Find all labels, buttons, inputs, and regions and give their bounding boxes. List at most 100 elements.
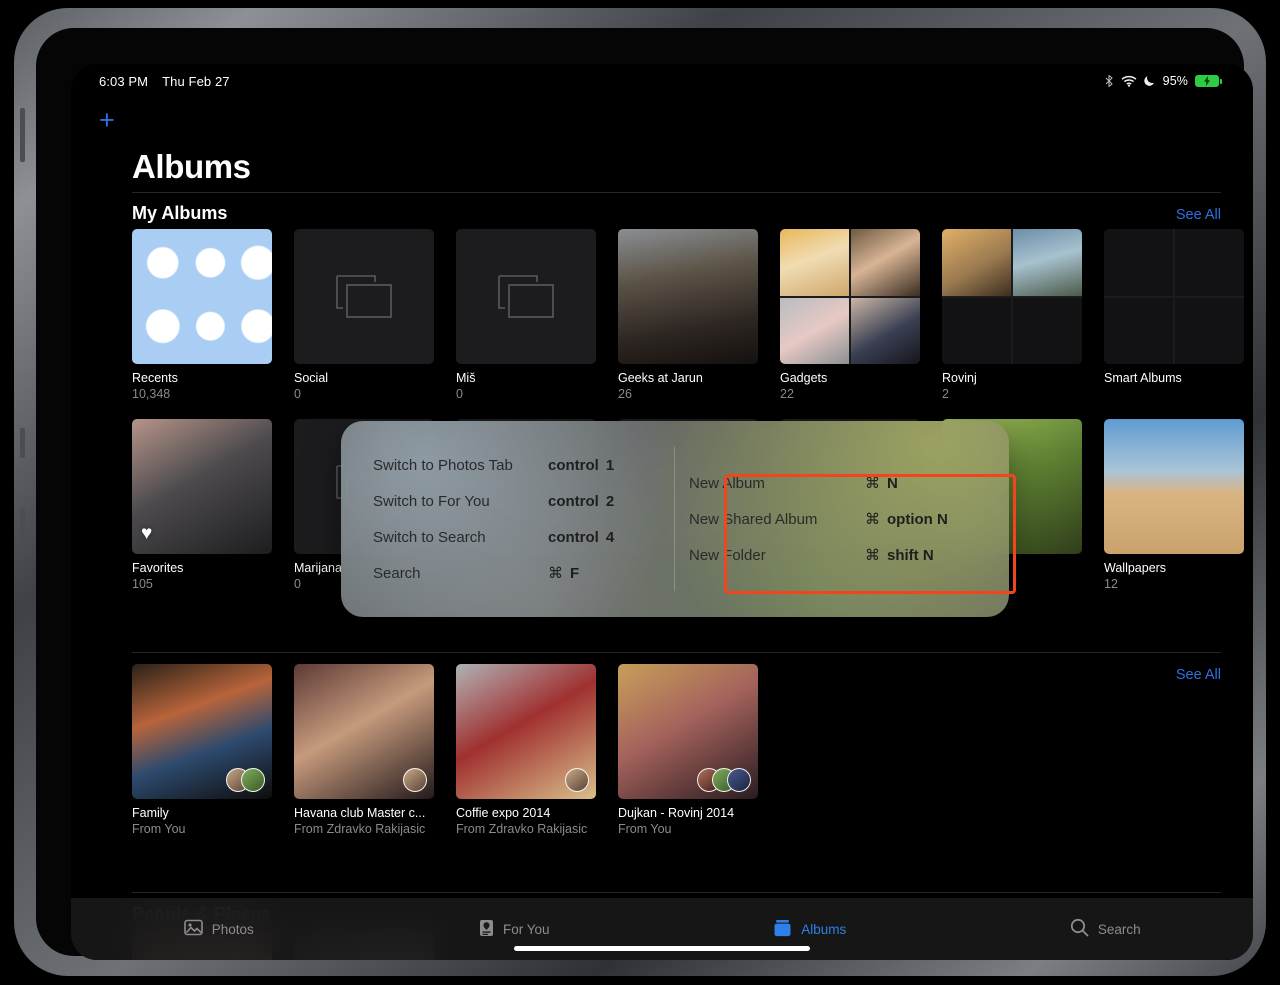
for-you-icon	[479, 919, 494, 940]
album-cell-favorites[interactable]: ♥ Favorites 105	[132, 419, 272, 591]
shortcut-row-new-album[interactable]: New Album ⌘ N	[689, 465, 977, 501]
album-name: Dujkan - Rovinj 2014	[618, 806, 735, 820]
shortcut-label: New Folder	[689, 546, 766, 564]
album-thumbnail[interactable]	[618, 664, 758, 799]
collage-tile	[851, 297, 920, 364]
album-thumbnail[interactable]	[294, 229, 434, 364]
album-name: Havana club Master c...	[294, 806, 426, 820]
device-bezel: 6:03 PM Thu Feb 27 95% + Albums My Album…	[36, 28, 1253, 960]
collage-tile	[1175, 229, 1244, 296]
album-thumbnail[interactable]	[1104, 419, 1244, 554]
empty-album-placeholder-icon	[498, 274, 554, 318]
album-cell-mis[interactable]: Miš 0	[456, 229, 596, 401]
album-thumbnail[interactable]	[294, 664, 434, 799]
do-not-disturb-moon-icon	[1144, 75, 1156, 87]
album-subtitle: From You	[132, 822, 186, 836]
tab-photos[interactable]: Photos	[71, 898, 367, 960]
shortcut-row-search[interactable]: Search ⌘ F	[373, 555, 660, 591]
shared-album-cell-dujkan-rovinj[interactable]: Dujkan - Rovinj 2014 From You	[618, 664, 758, 836]
shared-albums-grid: Family From You Havana club Master c... …	[132, 664, 758, 836]
shortcut-key: N	[887, 474, 898, 492]
my-albums-see-all-link[interactable]: See All	[1176, 207, 1221, 223]
screen: 6:03 PM Thu Feb 27 95% + Albums My Album…	[71, 64, 1253, 960]
album-cell-recents[interactable]: Recents 10,348	[132, 229, 272, 401]
album-cell-geeks-at-jarun[interactable]: Geeks at Jarun 26	[618, 229, 758, 401]
album-thumbnail[interactable]	[1104, 229, 1244, 364]
divider-under-title	[132, 192, 1221, 193]
album-thumbnail[interactable]	[618, 229, 758, 364]
ipad-device-frame: 6:03 PM Thu Feb 27 95% + Albums My Album…	[14, 8, 1266, 976]
command-key-icon: ⌘	[865, 511, 880, 528]
album-count: 2	[942, 387, 949, 401]
command-key-icon: ⌘	[548, 565, 563, 582]
divider-above-shared-albums	[132, 652, 1221, 653]
album-thumbnail[interactable]	[942, 229, 1082, 364]
shortcuts-column-left: Switch to Photos Tab control 1 Switch to…	[359, 447, 675, 591]
shortcut-label: Search	[373, 564, 421, 582]
divider-above-people-places	[132, 892, 1221, 893]
avatar-cluster	[565, 768, 589, 792]
my-albums-title: My Albums	[132, 203, 228, 223]
shortcut-modifier: control	[548, 492, 599, 510]
shortcut-row-new-shared-album[interactable]: New Shared Album ⌘ option N	[689, 501, 977, 537]
album-cell-wallpapers[interactable]: Wallpapers 12	[1104, 419, 1244, 591]
album-cell-gadgets[interactable]: Gadgets 22	[780, 229, 920, 401]
album-thumbnail[interactable]: ♥	[132, 419, 272, 554]
album-thumbnail[interactable]	[456, 664, 596, 799]
avatar-cluster	[403, 768, 427, 792]
status-bar-left: 6:03 PM Thu Feb 27	[99, 74, 230, 89]
album-thumbnail[interactable]	[780, 229, 920, 364]
album-name: Favorites	[132, 561, 184, 575]
album-name: Rovinj	[942, 371, 977, 385]
volume-down-button[interactable]	[20, 508, 25, 538]
shared-album-cell-coffie-expo[interactable]: Coffie expo 2014 From Zdravko Rakijasic	[456, 664, 596, 836]
avatar	[241, 768, 265, 792]
shared-albums-see-all-link[interactable]: See All	[1176, 667, 1221, 683]
shared-album-cell-havana-club[interactable]: Havana club Master c... From Zdravko Rak…	[294, 664, 434, 836]
command-key-icon: ⌘	[865, 475, 880, 492]
battery-charging-icon	[1195, 75, 1222, 87]
battery-percent-label: 95%	[1162, 74, 1188, 88]
shortcut-label: Switch to Photos Tab	[373, 456, 513, 474]
shortcut-key: 2	[605, 492, 615, 510]
shortcut-keys: control 2	[548, 493, 660, 510]
avatar-cluster	[226, 768, 265, 792]
photos-icon	[183, 919, 203, 939]
shortcut-key: shift N	[887, 546, 934, 564]
shortcut-row-switch-search[interactable]: Switch to Search control 4	[373, 519, 660, 555]
add-album-button[interactable]: +	[99, 107, 115, 134]
album-thumbnail[interactable]	[132, 229, 272, 364]
album-cell-smart-albums[interactable]: Smart Albums	[1104, 229, 1244, 401]
tab-search[interactable]: Search	[958, 898, 1254, 960]
album-thumbnail[interactable]	[456, 229, 596, 364]
shortcut-key: F	[570, 564, 580, 582]
shortcut-keys: control 1	[548, 457, 660, 474]
status-date: Thu Feb 27	[162, 73, 230, 89]
album-cell-rovinj[interactable]: Rovinj 2	[942, 229, 1082, 401]
shortcut-row-switch-for-you[interactable]: Switch to For You control 2	[373, 483, 660, 519]
avatar	[403, 768, 427, 792]
shortcut-label: New Album	[689, 474, 765, 492]
shortcut-keys: ⌘ option N	[865, 510, 977, 529]
collage-tile	[780, 229, 849, 296]
album-cell-social[interactable]: Social 0	[294, 229, 434, 401]
status-time: 6:03 PM	[99, 73, 149, 89]
shortcut-row-new-folder[interactable]: New Folder ⌘ shift N	[689, 537, 977, 573]
albums-icon	[773, 919, 792, 940]
album-name: Smart Albums	[1104, 371, 1182, 385]
heart-icon: ♥	[141, 523, 153, 544]
album-count: 22	[780, 387, 794, 401]
power-button[interactable]	[20, 108, 25, 162]
home-indicator[interactable]	[514, 946, 810, 951]
avatar	[565, 768, 589, 792]
search-icon	[1070, 918, 1089, 940]
collage-tile	[1175, 297, 1244, 364]
volume-up-button[interactable]	[20, 428, 25, 458]
collage-tile	[1104, 229, 1173, 296]
empty-album-placeholder-icon	[336, 274, 392, 318]
shared-album-cell-family[interactable]: Family From You	[132, 664, 272, 836]
album-thumbnail[interactable]	[132, 664, 272, 799]
shortcut-modifier: control	[548, 456, 599, 474]
shortcut-row-switch-photos-tab[interactable]: Switch to Photos Tab control 1	[373, 447, 660, 483]
section-header-my-albums: My Albums See All	[132, 203, 1221, 224]
